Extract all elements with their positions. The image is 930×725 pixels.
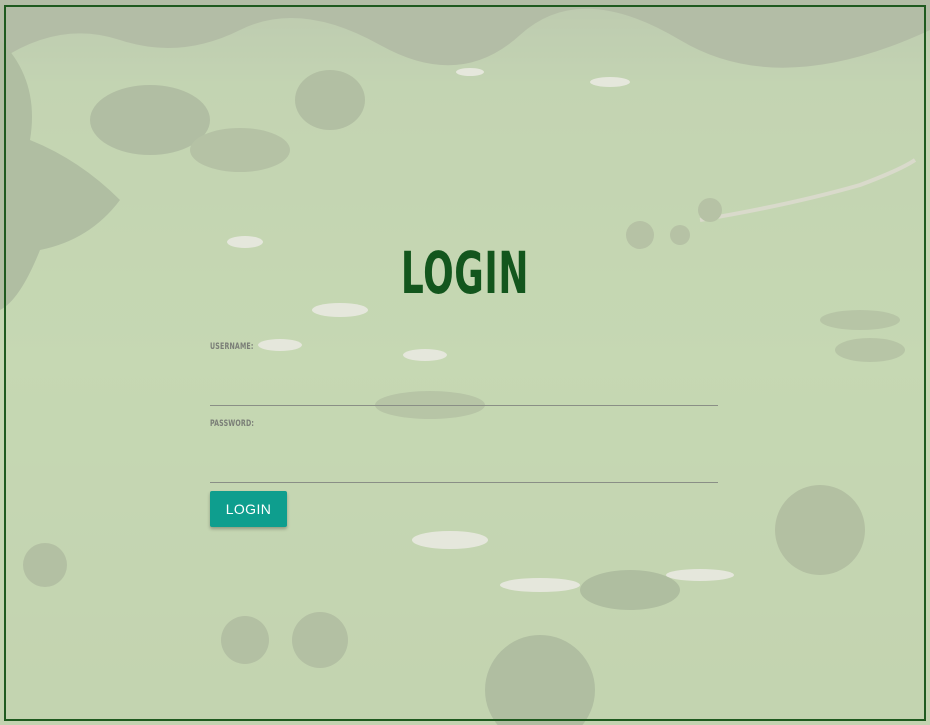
- password-input[interactable]: [210, 454, 718, 483]
- page-title: LOGIN: [400, 239, 530, 307]
- background-overlay: [0, 0, 930, 725]
- password-label: PASSWORD:: [210, 419, 255, 429]
- login-button[interactable]: LOGIN: [210, 491, 287, 527]
- login-page: LOGIN USERNAME: PASSWORD: LOGIN: [0, 0, 930, 725]
- username-label: USERNAME:: [210, 342, 254, 352]
- username-input[interactable]: [210, 377, 718, 406]
